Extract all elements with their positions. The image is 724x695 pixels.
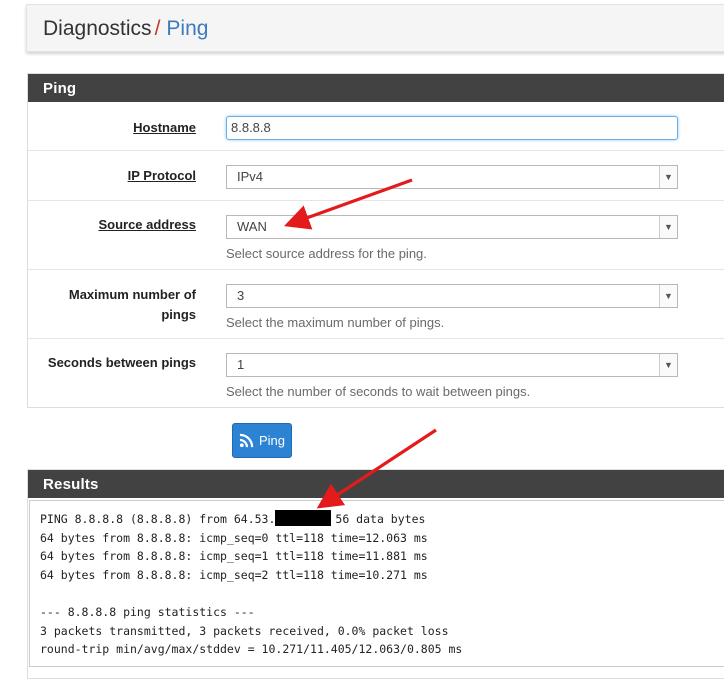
source-address-row: Source address WAN ▼ Select source addres… xyxy=(28,200,724,269)
breadcrumb: Diagnostics / Ping xyxy=(43,17,208,41)
seconds-between-select[interactable]: 1 ▼ xyxy=(226,353,678,377)
chevron-down-icon: ▼ xyxy=(659,285,677,307)
results-panel-title: Results xyxy=(28,470,724,498)
source-address-select[interactable]: WAN ▼ xyxy=(226,215,678,239)
chevron-down-icon: ▼ xyxy=(659,166,677,188)
source-address-value: WAN xyxy=(237,219,267,234)
max-pings-label-line1: Maximum number of xyxy=(68,287,196,302)
chevron-down-icon: ▼ xyxy=(659,354,677,376)
max-pings-label: Maximum number of pings xyxy=(69,285,196,325)
hostname-value: 8.8.8.8 xyxy=(231,120,271,135)
ip-protocol-row: IP Protocol IPv4 ▼ xyxy=(28,150,724,200)
max-pings-select[interactable]: 3 ▼ xyxy=(226,284,678,308)
max-pings-label-line2: pings xyxy=(161,307,196,322)
breadcrumb-bar: Diagnostics / Ping xyxy=(26,4,724,52)
ip-protocol-label: IP Protocol xyxy=(127,168,196,183)
results-output: PING 8.8.8.8 (8.8.8.8) from 64.53. 56 dat… xyxy=(29,500,724,667)
source-address-label: Source address xyxy=(98,217,196,232)
seconds-between-row: Seconds between pings 1 ▼ Select the numb… xyxy=(28,338,724,407)
breadcrumb-current[interactable]: Ping xyxy=(166,17,208,40)
seconds-between-label: Seconds between pings xyxy=(47,355,196,370)
max-pings-value: 3 xyxy=(237,288,245,303)
ping-button[interactable]: Ping xyxy=(232,423,292,458)
seconds-between-help: Select the number of seconds to wait bet… xyxy=(226,384,531,399)
results-line: 64 bytes from 8.8.8.8: icmp_seq=1 ttl=11… xyxy=(40,549,428,564)
max-pings-help: Select the maximum number of pings. xyxy=(226,315,445,330)
ping-panel-title: Ping xyxy=(28,74,724,102)
ping-panel: Ping Hostname 8.8.8.8 IP Protocol IPv4 ▼ … xyxy=(27,73,724,408)
results-line-first-suffix: 56 data bytes xyxy=(335,512,426,526)
results-panel: Results PING 8.8.8.8 (8.8.8.8) from 64.5… xyxy=(27,469,724,679)
max-pings-row: Maximum number of pings 3 ▼ Select the max… xyxy=(28,269,724,338)
results-line: 64 bytes from 8.8.8.8: icmp_seq=2 ttl=11… xyxy=(40,567,428,582)
seconds-between-value: 1 xyxy=(237,357,245,372)
source-address-help: Select source address for the ping. xyxy=(226,246,427,261)
results-line: 3 packets transmitted, 3 packets receive… xyxy=(40,623,449,638)
ip-protocol-value: IPv4 xyxy=(237,169,264,184)
results-line: --- 8.8.8.8 ping statistics --- xyxy=(40,604,255,619)
results-line: 64 bytes from 8.8.8.8: icmp_seq=0 ttl=11… xyxy=(40,530,428,545)
hostname-row: Hostname 8.8.8.8 xyxy=(28,102,724,150)
chevron-down-icon: ▼ xyxy=(659,216,677,238)
ip-protocol-select[interactable]: IPv4 ▼ xyxy=(226,165,678,189)
rss-icon xyxy=(239,433,254,448)
breadcrumb-section[interactable]: Diagnostics xyxy=(43,17,152,40)
redaction-block xyxy=(275,510,332,526)
hostname-input[interactable]: 8.8.8.8 xyxy=(226,116,678,140)
hostname-label: Hostname xyxy=(133,120,196,135)
results-line: round-trip min/avg/max/stddev = 10.271/1… xyxy=(40,642,463,657)
breadcrumb-separator: / xyxy=(154,17,161,40)
results-line-first-prefix: PING 8.8.8.8 (8.8.8.8) from 64.53. xyxy=(40,512,276,526)
ping-button-label: Ping xyxy=(258,433,286,448)
